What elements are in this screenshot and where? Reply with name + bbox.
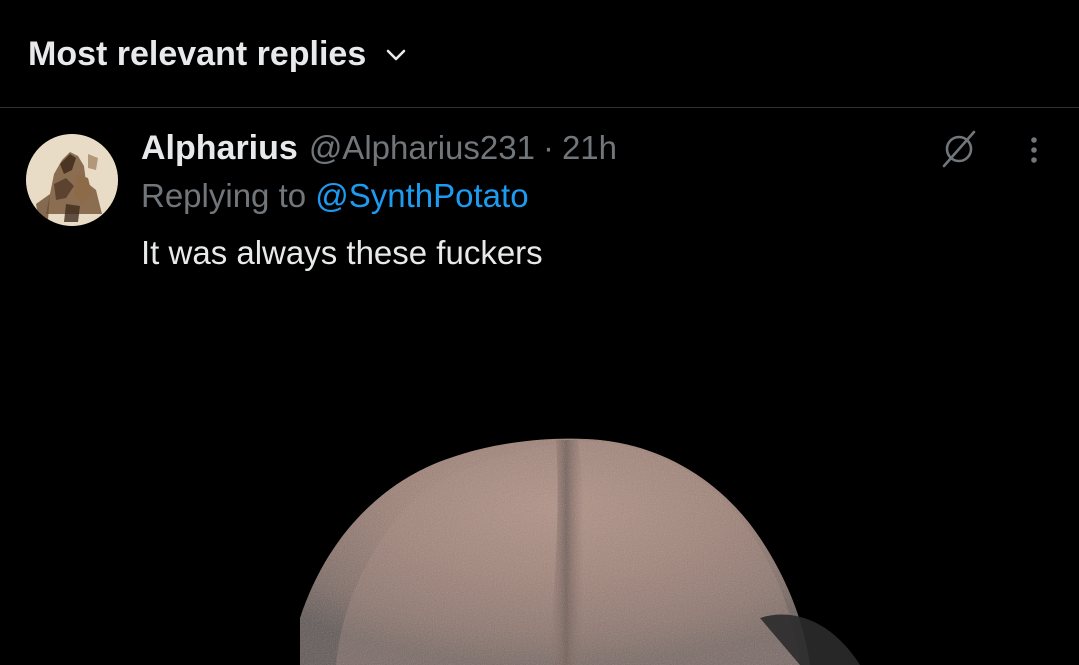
reply-header: Alpharius @Alpharius231 · 21h: [141, 126, 617, 170]
replying-to-line: Replying to @SynthPotato: [141, 177, 529, 215]
author-handle[interactable]: @Alpharius231: [309, 129, 535, 167]
replying-to-prefix: Replying to: [141, 177, 316, 214]
reply-timestamp[interactable]: 21h: [562, 129, 617, 167]
attached-image[interactable]: [0, 318, 1079, 665]
reply-sort-dropdown[interactable]: Most relevant replies: [28, 35, 408, 74]
more-vertical-icon[interactable]: [1018, 132, 1050, 168]
reply-text: It was always these fuckers: [141, 234, 543, 271]
avatar[interactable]: [26, 134, 118, 226]
replying-to-mention[interactable]: @SynthPotato: [315, 177, 528, 214]
reply-sort-bar: Most relevant replies: [0, 0, 1079, 108]
author-display-name[interactable]: Alpharius: [141, 129, 298, 168]
reply-sort-label: Most relevant replies: [28, 35, 367, 73]
replies-page: Most relevant replies Alpharius @Alphari…: [0, 0, 1079, 665]
grok-icon[interactable]: [938, 128, 980, 170]
meta-separator: ·: [542, 129, 554, 166]
reply-tweet[interactable]: Alpharius @Alpharius231 · 21h Replying t…: [0, 108, 1079, 665]
chevron-down-icon: [384, 43, 408, 67]
